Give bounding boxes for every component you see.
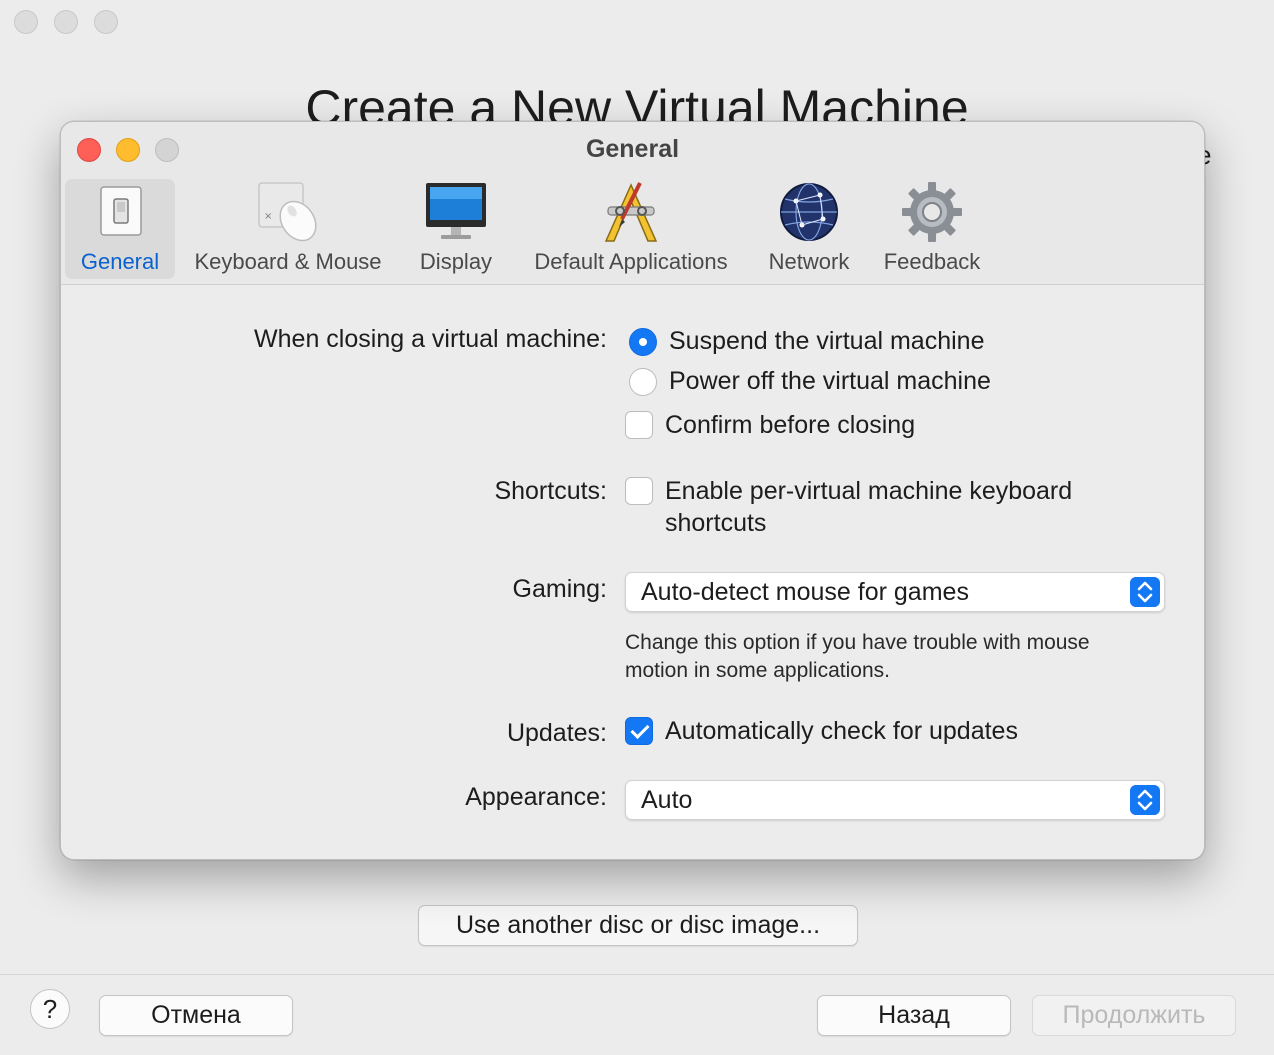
- gaming-select[interactable]: Auto-detect mouse for games: [625, 572, 1165, 612]
- confirm-before-closing-label[interactable]: Confirm before closing: [665, 411, 915, 440]
- auto-update-label[interactable]: Automatically check for updates: [665, 717, 1018, 746]
- closing-label: When closing a virtual machine:: [254, 325, 607, 353]
- keyboard-shortcuts-label-line2[interactable]: shortcuts: [665, 509, 766, 538]
- keyboard-shortcuts-label-line1[interactable]: Enable per-virtual machine keyboard: [665, 477, 1072, 506]
- keyboard-mouse-icon: ×: [258, 182, 317, 242]
- network-globe-icon: [780, 183, 838, 241]
- tab-keyboard-mouse-label: Keyboard & Mouse: [194, 249, 382, 274]
- tab-network-label: Network: [768, 249, 850, 274]
- preferences-window: General General × Keyboard & Mouse Displ…: [60, 121, 1205, 860]
- tab-general[interactable]: General: [65, 179, 175, 279]
- keyboard-shortcuts-checkbox[interactable]: [625, 477, 653, 505]
- preferences-toolbar: General General × Keyboard & Mouse Displ…: [61, 122, 1204, 285]
- back-button[interactable]: Назад: [817, 995, 1011, 1036]
- select-stepper-icon: [1130, 577, 1160, 607]
- cancel-button[interactable]: Отмена: [99, 995, 293, 1036]
- appearance-select-value: Auto: [641, 786, 693, 814]
- suspend-option-label[interactable]: Suspend the virtual machine: [669, 327, 984, 356]
- bg-close-button[interactable]: [14, 10, 38, 34]
- continue-button[interactable]: Продолжить: [1032, 995, 1236, 1036]
- shortcuts-label: Shortcuts:: [494, 477, 607, 505]
- tab-general-label: General: [80, 249, 160, 274]
- display-monitor-icon: [426, 183, 486, 239]
- use-another-disc-button[interactable]: Use another disc or disc image...: [418, 905, 858, 946]
- appearance-select[interactable]: Auto: [625, 780, 1165, 820]
- general-switch-icon: [100, 186, 142, 236]
- bg-minimize-button[interactable]: [54, 10, 78, 34]
- suspend-radio[interactable]: [629, 328, 657, 356]
- tab-display[interactable]: Display: [411, 179, 501, 279]
- tab-keyboard-mouse[interactable]: × Keyboard & Mouse: [185, 179, 391, 279]
- appearance-label: Appearance:: [465, 783, 607, 811]
- gaming-hint-line2: motion in some applications.: [625, 659, 890, 682]
- tab-feedback[interactable]: Feedback: [875, 179, 989, 279]
- bg-zoom-button[interactable]: [94, 10, 118, 34]
- tab-default-applications[interactable]: Default Applications: [521, 179, 741, 279]
- tab-default-applications-label: Default Applications: [534, 249, 728, 274]
- gaming-label: Gaming:: [512, 575, 607, 603]
- auto-update-checkbox[interactable]: [625, 717, 653, 745]
- help-button[interactable]: ?: [30, 989, 70, 1029]
- window-title: General: [585, 135, 680, 163]
- gaming-select-value: Auto-detect mouse for games: [641, 578, 969, 606]
- tab-feedback-label: Feedback: [883, 249, 981, 274]
- tab-display-label: Display: [419, 249, 493, 274]
- tab-network[interactable]: Network: [761, 179, 857, 279]
- gaming-hint-line1: Change this option if you have trouble w…: [625, 631, 1090, 654]
- power-off-option-label[interactable]: Power off the virtual machine: [669, 367, 991, 396]
- svg-text:×: ×: [264, 211, 272, 222]
- default-applications-icon: [604, 182, 658, 242]
- feedback-gear-icon: [902, 182, 962, 242]
- confirm-before-closing-checkbox[interactable]: [625, 411, 653, 439]
- background-traffic-lights: [14, 10, 118, 34]
- updates-label: Updates:: [506, 719, 607, 747]
- power-off-radio[interactable]: [629, 368, 657, 396]
- select-stepper-icon: [1130, 785, 1160, 815]
